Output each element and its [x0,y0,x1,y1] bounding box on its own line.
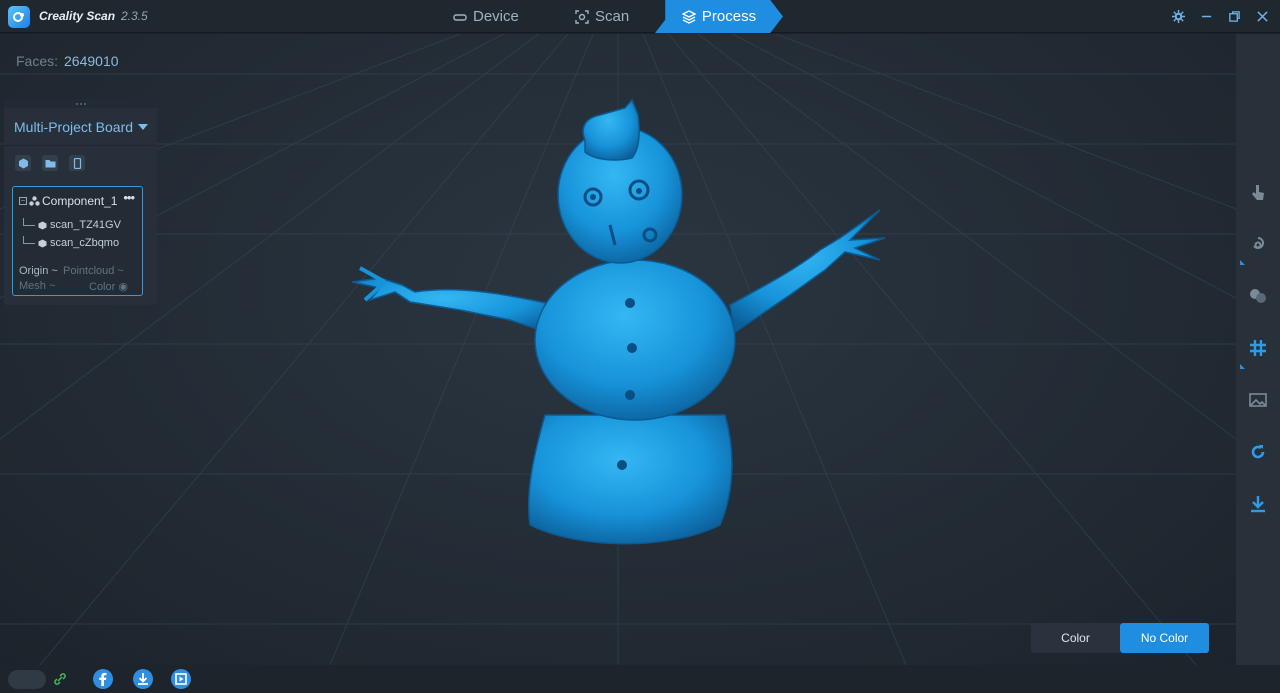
pointcloud-toggle[interactable]: Pointcloud ~ [63,265,124,277]
title-bar: Creality Scan 2.3.5 Device Scan Process [0,0,1280,33]
tab-device[interactable]: Device [453,0,519,33]
visibility-toggles-row1: Origin ~ Pointcloud ~ [19,265,124,277]
window-controls [1170,7,1270,25]
grid-hash-icon[interactable] [1247,337,1269,359]
connection-toggle[interactable] [8,670,46,689]
image-icon[interactable] [1247,389,1269,411]
download-icon[interactable] [1247,493,1269,515]
app-title: Creality Scan [39,9,116,23]
tree-branch [23,236,35,244]
layers-icon [681,9,696,24]
lasso-icon[interactable] [1247,233,1269,255]
scan-icon [575,9,589,24]
tab-scan-label: Scan [595,8,630,25]
collapse-icon[interactable]: − [19,197,27,205]
bottom-bar [0,665,1280,693]
facebook-icon[interactable] [92,668,114,690]
refresh-icon[interactable] [1247,441,1269,463]
component-icon [29,196,40,206]
cube-icon [38,221,47,229]
component-name: Component_1 [42,194,118,208]
cube-icon[interactable] [15,155,31,171]
cube-icon [38,239,47,247]
tab-process-label: Process [701,8,757,25]
right-toolbar [1236,34,1280,665]
faces-count: Faces: 2649010 [16,53,119,69]
submenu-corner-icon [1240,364,1245,369]
touch-select-icon[interactable] [1247,181,1269,203]
scan-item[interactable]: scan_TZ41GV [23,218,121,231]
origin-toggle[interactable]: Origin ~ [19,265,63,277]
multi-project-board-dropdown[interactable]: Multi-Project Board [4,108,157,146]
tab-scan[interactable]: Scan [575,0,629,33]
component-header[interactable]: − Component_1 [19,194,117,208]
phone-icon[interactable] [69,155,85,171]
project-panel: Multi-Project Board − Component_1 ••• sc… [4,99,157,305]
mesh-toggle[interactable]: Mesh ~ [19,280,89,293]
device-icon [453,13,467,21]
settings-icon[interactable] [1170,7,1186,25]
submenu-corner-icon [1240,260,1245,265]
app-window: Creality Scan 2.3.5 Device Scan Process [0,0,1280,693]
color-button[interactable]: Color [1031,623,1120,653]
no-color-button[interactable]: No Color [1120,623,1209,653]
restore-icon[interactable] [1226,7,1242,25]
folder-icon[interactable] [42,155,58,171]
panel-toolbar [4,146,157,184]
scan-name: scan_TZ41GV [50,219,121,231]
faces-label: Faces: [16,53,59,69]
faces-value: 2649010 [64,53,119,69]
scan-name: scan_cZbqmo [50,237,120,249]
app-logo-icon [8,6,30,28]
color-mode-toggle: Color No Color [1031,623,1209,653]
tree-branch [23,218,35,226]
snowman-model[interactable] [340,70,900,570]
more-options-icon[interactable]: ••• [123,190,135,205]
video-icon[interactable] [170,668,192,690]
link-icon [54,673,66,685]
component-card[interactable]: − Component_1 ••• scan_TZ41GV scan_cZbqm… [12,186,143,296]
tab-device-label: Device [473,8,519,25]
visibility-toggles-row2: Mesh ~ Color ◉ [19,280,128,293]
tab-process[interactable]: Process [655,0,783,33]
merge-icon[interactable] [1247,285,1269,307]
panel-drag-handle[interactable] [4,99,157,108]
color-toggle[interactable]: Color ◉ [89,280,128,293]
close-icon[interactable] [1254,7,1270,25]
download-icon[interactable] [132,668,154,690]
caret-down-icon [138,123,149,130]
board-label: Multi-Project Board [14,118,134,135]
app-version: 2.3.5 [121,9,148,23]
minimize-icon[interactable] [1198,7,1214,25]
scan-item[interactable]: scan_cZbqmo [23,236,120,249]
